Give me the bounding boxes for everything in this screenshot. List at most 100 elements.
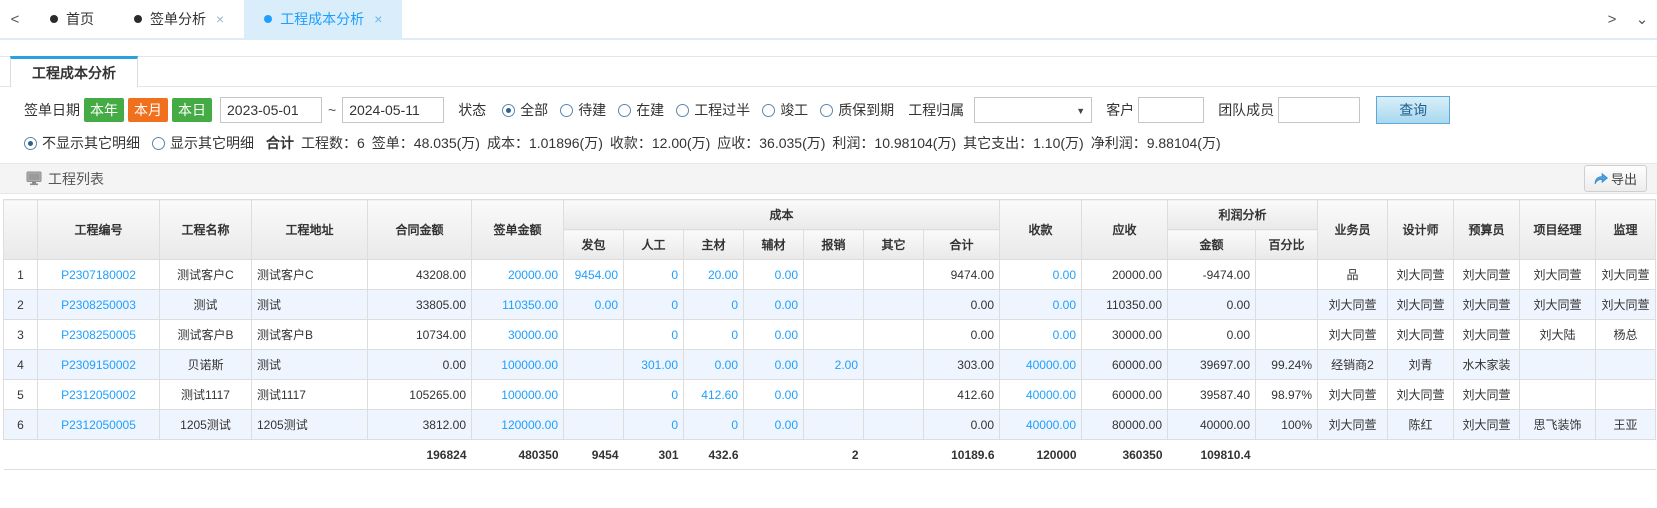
cell-sign[interactable]: 110350.00	[472, 290, 564, 320]
cell-received[interactable]: 0.00	[1000, 290, 1082, 320]
cell-code[interactable]: P2312050002	[38, 380, 160, 410]
tab-dot-icon	[134, 15, 142, 23]
team-member-input[interactable]	[1278, 97, 1360, 123]
cell-aux[interactable]: 0.00	[744, 350, 804, 380]
cell-labor[interactable]: 0	[624, 380, 684, 410]
cell-code[interactable]: P2307180002	[38, 260, 160, 290]
cell-other	[864, 410, 924, 440]
col-header-fabao[interactable]: 发包	[564, 230, 624, 260]
cell-labor[interactable]: 0	[624, 260, 684, 290]
cell-profit_percent: 99.24%	[1256, 350, 1318, 380]
page-tab-project-cost-analysis[interactable]: 工程成本分析	[10, 56, 138, 87]
window-tab-project-cost-analysis[interactable]: 工程成本分析 ×	[244, 0, 402, 38]
cell-sign[interactable]: 30000.00	[472, 320, 564, 350]
col-header-sign[interactable]: 签单金额	[472, 200, 564, 260]
quick-range-button-0[interactable]: 本年	[84, 98, 124, 123]
cell-labor[interactable]: 301.00	[624, 350, 684, 380]
cell-fabao[interactable]: 0.00	[564, 290, 624, 320]
cell-code[interactable]: P2309150002	[38, 350, 160, 380]
export-label: 导出	[1611, 169, 1637, 188]
col-header-cost-total[interactable]: 合计	[924, 230, 1000, 260]
tabs-scroll-right-icon[interactable]: >	[1597, 0, 1627, 38]
col-header-other[interactable]: 其它	[864, 230, 924, 260]
radio-label: 竣工	[780, 100, 808, 120]
col-header-contract[interactable]: 合同金额	[368, 200, 472, 260]
status-radio-5[interactable]: 质保到期	[820, 100, 894, 120]
cell-sign[interactable]: 20000.00	[472, 260, 564, 290]
col-header-aux-material[interactable]: 辅材	[744, 230, 804, 260]
cell-labor[interactable]: 0	[624, 410, 684, 440]
date-from-input[interactable]	[220, 97, 322, 123]
cell-profit_amount: 39587.40	[1168, 380, 1256, 410]
status-radio-3[interactable]: 工程过半	[676, 100, 750, 120]
cell-sign[interactable]: 100000.00	[472, 380, 564, 410]
col-header-profit-amount[interactable]: 金额	[1168, 230, 1256, 260]
query-button[interactable]: 查询	[1376, 96, 1450, 124]
export-button[interactable]: 导出	[1584, 165, 1647, 192]
cell-labor[interactable]: 0	[624, 320, 684, 350]
col-header-address[interactable]: 工程地址	[252, 200, 368, 260]
cell-designer: 刘大同萱	[1388, 260, 1454, 290]
cell-main[interactable]: 0	[684, 320, 744, 350]
cell-received[interactable]: 40000.00	[1000, 380, 1082, 410]
cell-aux[interactable]: 0.00	[744, 260, 804, 290]
col-header-budgeter[interactable]: 预算员	[1454, 200, 1520, 260]
close-icon[interactable]: ×	[216, 11, 224, 27]
status-radio-4[interactable]: 竣工	[762, 100, 808, 120]
tabs-scroll-left-icon[interactable]: <	[0, 0, 30, 38]
cell-code[interactable]: P2308250003	[38, 290, 160, 320]
cell-received[interactable]: 0.00	[1000, 260, 1082, 290]
col-header-name[interactable]: 工程名称	[160, 200, 252, 260]
cell-labor[interactable]: 0	[624, 290, 684, 320]
col-header-designer[interactable]: 设计师	[1388, 200, 1454, 260]
cell-address: 测试1117	[252, 380, 368, 410]
col-header-received[interactable]: 收款	[1000, 200, 1082, 260]
cell-sign[interactable]: 100000.00	[472, 350, 564, 380]
cell-received[interactable]: 40000.00	[1000, 350, 1082, 380]
status-radio-0[interactable]: 全部	[502, 100, 548, 120]
col-header-expense[interactable]: 报销	[804, 230, 864, 260]
cell-aux[interactable]: 0.00	[744, 290, 804, 320]
cell-code[interactable]: P2312050005	[38, 410, 160, 440]
cell-expense[interactable]: 2.00	[804, 350, 864, 380]
col-header-sales[interactable]: 业务员	[1318, 200, 1388, 260]
cell-cost_total: 0.00	[924, 320, 1000, 350]
tabs-menu-icon[interactable]: ⌄	[1627, 0, 1657, 38]
detail-radio-0[interactable]: 不显示其它明细	[24, 133, 140, 153]
col-header-receivable[interactable]: 应收	[1082, 200, 1168, 260]
col-header-profit-percent[interactable]: 百分比	[1256, 230, 1318, 260]
cell-sign[interactable]: 120000.00	[472, 410, 564, 440]
date-to-input[interactable]	[342, 97, 444, 123]
cell-fabao[interactable]: 9454.00	[564, 260, 624, 290]
cell-expense	[804, 260, 864, 290]
col-header-main-material[interactable]: 主材	[684, 230, 744, 260]
quick-range-button-2[interactable]: 本日	[172, 98, 212, 123]
cell-main[interactable]: 0.00	[684, 350, 744, 380]
cell-main[interactable]: 0	[684, 410, 744, 440]
cell-aux[interactable]: 0.00	[744, 380, 804, 410]
cell-main[interactable]: 0	[684, 290, 744, 320]
window-tab-sign-analysis[interactable]: 签单分析 ×	[114, 0, 244, 38]
cell-main[interactable]: 20.00	[684, 260, 744, 290]
cell-code[interactable]: P2308250005	[38, 320, 160, 350]
col-header-supervisor[interactable]: 监理	[1596, 200, 1656, 260]
total-labor: 301	[624, 440, 684, 470]
status-radio-1[interactable]: 待建	[560, 100, 606, 120]
quick-range-button-1[interactable]: 本月	[128, 98, 168, 123]
col-header-labor[interactable]: 人工	[624, 230, 684, 260]
detail-radio-1[interactable]: 显示其它明细	[152, 133, 254, 153]
project-owner-select[interactable]: ▼	[974, 97, 1092, 123]
col-header-code[interactable]: 工程编号	[38, 200, 160, 260]
cell-received[interactable]: 40000.00	[1000, 410, 1082, 440]
radio-icon	[502, 104, 515, 117]
col-header-pm[interactable]: 项目经理	[1520, 200, 1596, 260]
cell-cost_total: 9474.00	[924, 260, 1000, 290]
cell-main[interactable]: 412.60	[684, 380, 744, 410]
window-tab-home[interactable]: 首页	[30, 0, 114, 38]
status-radio-2[interactable]: 在建	[618, 100, 664, 120]
cell-received[interactable]: 0.00	[1000, 320, 1082, 350]
close-icon[interactable]: ×	[374, 11, 382, 27]
cell-aux[interactable]: 0.00	[744, 320, 804, 350]
customer-input[interactable]	[1138, 97, 1204, 123]
cell-aux[interactable]: 0.00	[744, 410, 804, 440]
